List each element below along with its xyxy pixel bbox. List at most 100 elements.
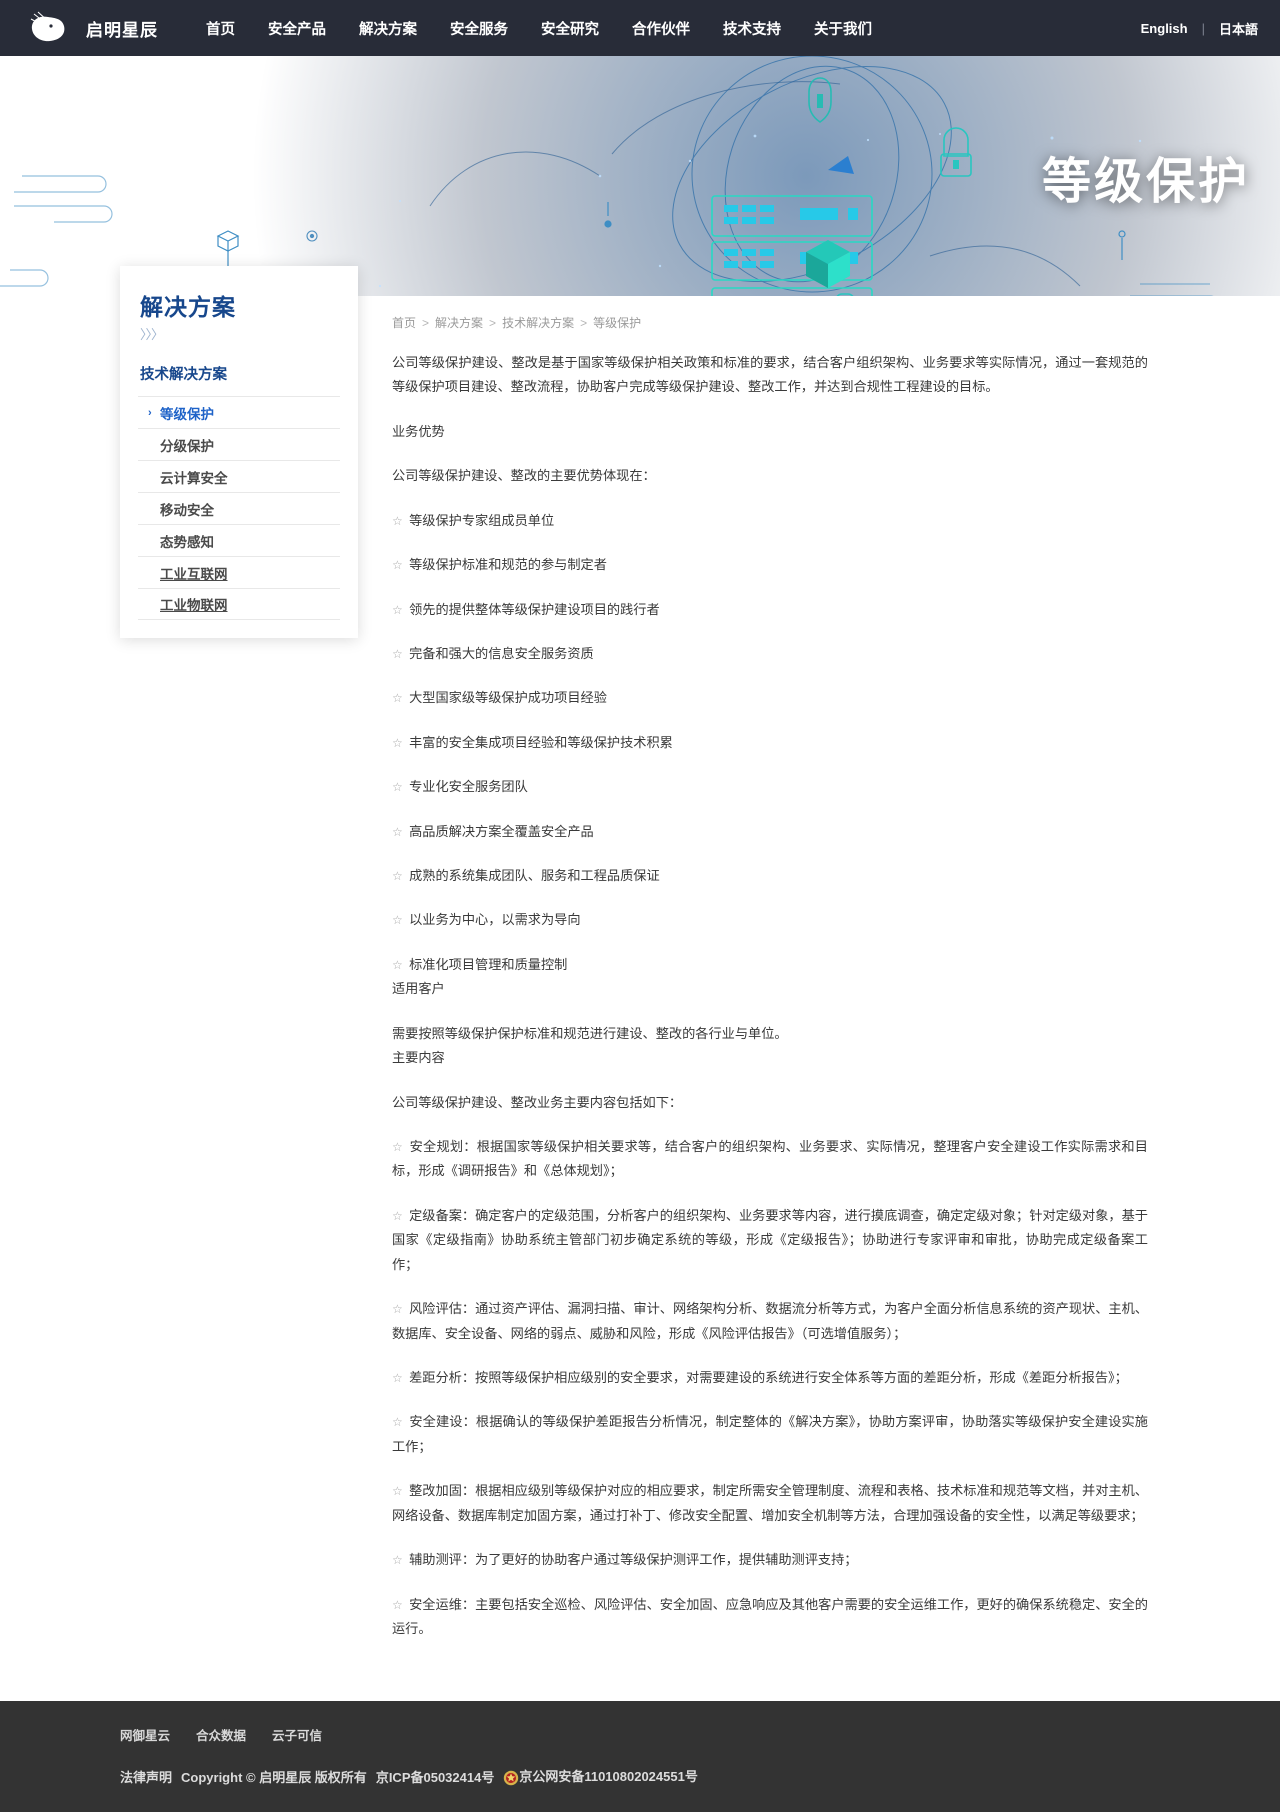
main-content: 首页 > 解决方案 > 技术解决方案 > 等级保护 公司等级保护建设、整改是基于国家等级保护… <box>382 296 1198 1701</box>
content-bullet-13: ☆ 以业务为中心，以需求为导向 <box>392 908 1148 932</box>
breadcrumb-separator: > <box>422 315 430 330</box>
paragraph-text: 整改加固：根据相应级别等级保护对应的相应要求，制定所需安全管理制度、流程和表格、… <box>392 1483 1148 1523</box>
content-bullet-26: ☆ 安全运维：主要包括安全巡检、风险评估、安全加固、应急响应及其他客户需要的安全… <box>392 1593 1148 1642</box>
nav-security-services[interactable]: 安全服务 <box>450 18 508 39</box>
paragraph-text: 主要内容 <box>392 1050 445 1066</box>
paragraph-text: 风险评估：通过资产评估、漏洞扫描、审计、网络架构分析、数据流分析等方式，为客户全… <box>392 1301 1148 1341</box>
police-license-text: 京公网安备11010802024551号 <box>519 1769 698 1785</box>
sidebar-header: 解决方案 〉〉〉 <box>120 266 358 351</box>
qiminxingchen-logo-icon <box>30 11 65 42</box>
police-badge-row[interactable]: 京公网安备11010802024551号 <box>503 1766 698 1786</box>
content-bullet-12: ☆ 成熟的系统集成团队、服务和工程品质保证 <box>392 864 1148 888</box>
nav-security-products[interactable]: 安全产品 <box>268 18 326 39</box>
sidebar-menu: › 等级保护 分级保护云计算安全移动安全态势感知工业互联网工业物联网 <box>120 396 358 620</box>
lang-english-link[interactable]: English <box>1141 21 1188 36</box>
star-bullet-icon: ☆ <box>392 691 407 706</box>
star-bullet-icon: ☆ <box>392 646 407 661</box>
paragraph-text: 需要按照等级保护保护标准和规范进行建设、整改的各行业与单位。 <box>392 1025 788 1041</box>
hero-banner: 等级保护 <box>0 56 1280 296</box>
sidebar-item-5[interactable]: 态势感知 <box>138 524 340 556</box>
content-bullet-22: ☆ 差距分析：按照等级保护相应级别的安全要求，对需要建设的系统进行安全体系等方面… <box>392 1366 1148 1390</box>
nav-home[interactable]: 首页 <box>206 18 235 39</box>
sidebar-item-3[interactable]: 云计算安全 <box>138 460 340 492</box>
sidebar-item-6[interactable]: 工业互联网 <box>138 556 340 588</box>
paragraph-text: 高品质解决方案全覆盖安全产品 <box>409 823 594 839</box>
star-bullet-icon: ☆ <box>392 913 407 928</box>
star-bullet-icon: ☆ <box>392 780 407 795</box>
sidebar-item-2[interactable]: 分级保护 <box>138 428 340 460</box>
footer-link-2[interactable]: 合众数据 <box>196 1725 246 1744</box>
nav-solutions[interactable]: 解决方案 <box>359 18 417 39</box>
breadcrumb-item-2[interactable]: 解决方案 <box>435 314 483 331</box>
police-badge-icon <box>504 1770 519 1786</box>
breadcrumb-separator: > <box>580 315 588 330</box>
star-bullet-icon: ☆ <box>392 824 407 839</box>
article-body: 公司等级保护建设、整改是基于国家等级保护相关政策和标准的要求，结合客户组织架构、… <box>392 351 1148 1641</box>
sidebar-group-label: 技术解决方案 <box>140 367 227 383</box>
star-bullet-icon: ☆ <box>392 957 407 972</box>
breadcrumb-separator: > <box>489 315 497 330</box>
content-bullet-9: ☆ 丰富的安全集成项目经验和等级保护技术积累 <box>392 731 1148 755</box>
main-menu: 首页 安全产品 解决方案 安全服务 安全研究 合作伙伴 技术支持 关于我们 <box>206 18 872 39</box>
sidebar-item-7[interactable]: 工业物联网 <box>138 588 340 620</box>
nav-about-us[interactable]: 关于我们 <box>814 18 872 39</box>
paragraph-text: 适用客户 <box>392 981 445 997</box>
content-bullet-23: ☆ 安全建设：根据确认的等级保护差距报告分析情况，制定整体的《解决方案》，协助方… <box>392 1410 1148 1459</box>
brand-logo[interactable]: 启明星辰 <box>28 11 158 45</box>
content-bullet-5: ☆ 等级保护标准和规范的参与制定者 <box>392 553 1148 577</box>
sidebar-item-label: 工业互联网 <box>160 566 228 582</box>
paragraph-text: 辅助测评：为了更好的协助客户通过等级保护测评工作，提供辅助测评支持； <box>409 1552 858 1568</box>
sidebar-item-1[interactable]: › 等级保护 <box>138 396 340 428</box>
content-bullet-4: ☆ 等级保护专家组成员单位 <box>392 509 1148 533</box>
breadcrumb-item-3[interactable]: 技术解决方案 <box>502 314 574 331</box>
paragraph-text: 安全规划：根据国家等级保护相关要求等，结合客户的组织架构、业务要求、实际情况，整… <box>392 1139 1148 1179</box>
footer-link-1[interactable]: 网御星云 <box>120 1725 170 1744</box>
sidebar-item-label: 等级保护 <box>160 406 214 422</box>
content-paragraph-16: 需要按照等级保护保护标准和规范进行建设、整改的各行业与单位。 <box>392 1022 1148 1046</box>
star-bullet-icon: ☆ <box>392 1302 407 1317</box>
paragraph-text: 等级保护专家组成员单位 <box>409 512 555 528</box>
paragraph-text: 安全建设：根据确认的等级保护差距报告分析情况，制定整体的《解决方案》，协助方案评… <box>392 1414 1148 1454</box>
content-paragraph-1: 公司等级保护建设、整改是基于国家等级保护相关政策和标准的要求，结合客户组织架构、… <box>392 351 1148 400</box>
nav-partners[interactable]: 合作伙伴 <box>632 18 690 39</box>
content-bullet-24: ☆ 整改加固：根据相应级别等级保护对应的相应要求，制定所需安全管理制度、流程和表… <box>392 1479 1148 1528</box>
nav-tech-support[interactable]: 技术支持 <box>723 18 781 39</box>
legal-notice-link[interactable]: 法律声明 <box>120 1767 172 1786</box>
sidebar-item-4[interactable]: 移动安全 <box>138 492 340 524</box>
paragraph-text: 标准化项目管理和质量控制 <box>409 956 568 972</box>
sidebar-item-label: 云计算安全 <box>160 470 228 486</box>
content-bullet-21: ☆ 风险评估：通过资产评估、漏洞扫描、审计、网络架构分析、数据流分析等方式，为客… <box>392 1297 1148 1346</box>
breadcrumb-item-4: 等级保护 <box>593 316 642 330</box>
content-paragraph-15: 适用客户 <box>392 977 1148 1001</box>
footer-copyright-row: 法律声明 Copyright © 启明星辰 版权所有 京ICP备05032414… <box>120 1766 1198 1786</box>
star-bullet-icon: ☆ <box>392 558 407 573</box>
star-bullet-icon: ☆ <box>392 513 407 528</box>
content-paragraph-18: 公司等级保护建设、整改业务主要内容包括如下： <box>392 1091 1148 1115</box>
icp-license-link[interactable]: 京ICP备05032414号 <box>376 1767 495 1786</box>
paragraph-text: 定级备案：确定客户的定级范围，分析客户的组织架构、业务要求等内容，进行摸底调查，… <box>392 1207 1148 1272</box>
paragraph-text: 安全运维：主要包括安全巡检、风险评估、安全加固、应急响应及其他客户需要的安全运维… <box>392 1596 1148 1636</box>
paragraph-text: 公司等级保护建设、整改业务主要内容包括如下： <box>392 1094 683 1110</box>
content-paragraph-3: 公司等级保护建设、整改的主要优势体现在： <box>392 464 1148 488</box>
content-paragraph-17: 主要内容 <box>392 1046 1148 1070</box>
copyright-text: Copyright © 启明星辰 版权所有 <box>181 1769 367 1785</box>
lang-japanese-link[interactable]: 日本語 <box>1219 19 1258 38</box>
footer-links: 网御星云 合众数据 云子可信 <box>120 1725 1198 1744</box>
content-bullet-6: ☆ 领先的提供整体等级保护建设项目的践行者 <box>392 598 1148 622</box>
star-bullet-icon: ☆ <box>392 1415 407 1430</box>
breadcrumb-item-1[interactable]: 首页 <box>392 314 416 331</box>
breadcrumb: 首页 > 解决方案 > 技术解决方案 > 等级保护 <box>392 296 1148 351</box>
sidebar-item-label: 移动安全 <box>160 502 214 518</box>
content-bullet-20: ☆ 定级备案：确定客户的定级范围，分析客户的组织架构、业务要求等内容，进行摸底调… <box>392 1204 1148 1277</box>
star-bullet-icon: ☆ <box>392 735 407 750</box>
star-bullet-icon: ☆ <box>392 869 407 884</box>
brand-name: 启明星辰 <box>86 20 158 40</box>
chevrons-decor-icon: 〉〉〉 <box>140 327 164 342</box>
paragraph-text: 完备和强大的信息安全服务资质 <box>409 645 594 661</box>
footer-link-3[interactable]: 云子可信 <box>272 1725 322 1744</box>
paragraph-text: 差距分析：按照等级保护相应级别的安全要求，对需要建设的系统进行安全体系等方面的差… <box>409 1369 1128 1385</box>
sidebar-title: 解决方案 <box>140 294 236 320</box>
paragraph-text: 专业化安全服务团队 <box>409 779 528 795</box>
solutions-sidebar: 解决方案 〉〉〉 技术解决方案 › 等级保护 分级保护云计算安全移动安全态势感知工业… <box>120 266 358 638</box>
nav-security-research[interactable]: 安全研究 <box>541 18 599 39</box>
